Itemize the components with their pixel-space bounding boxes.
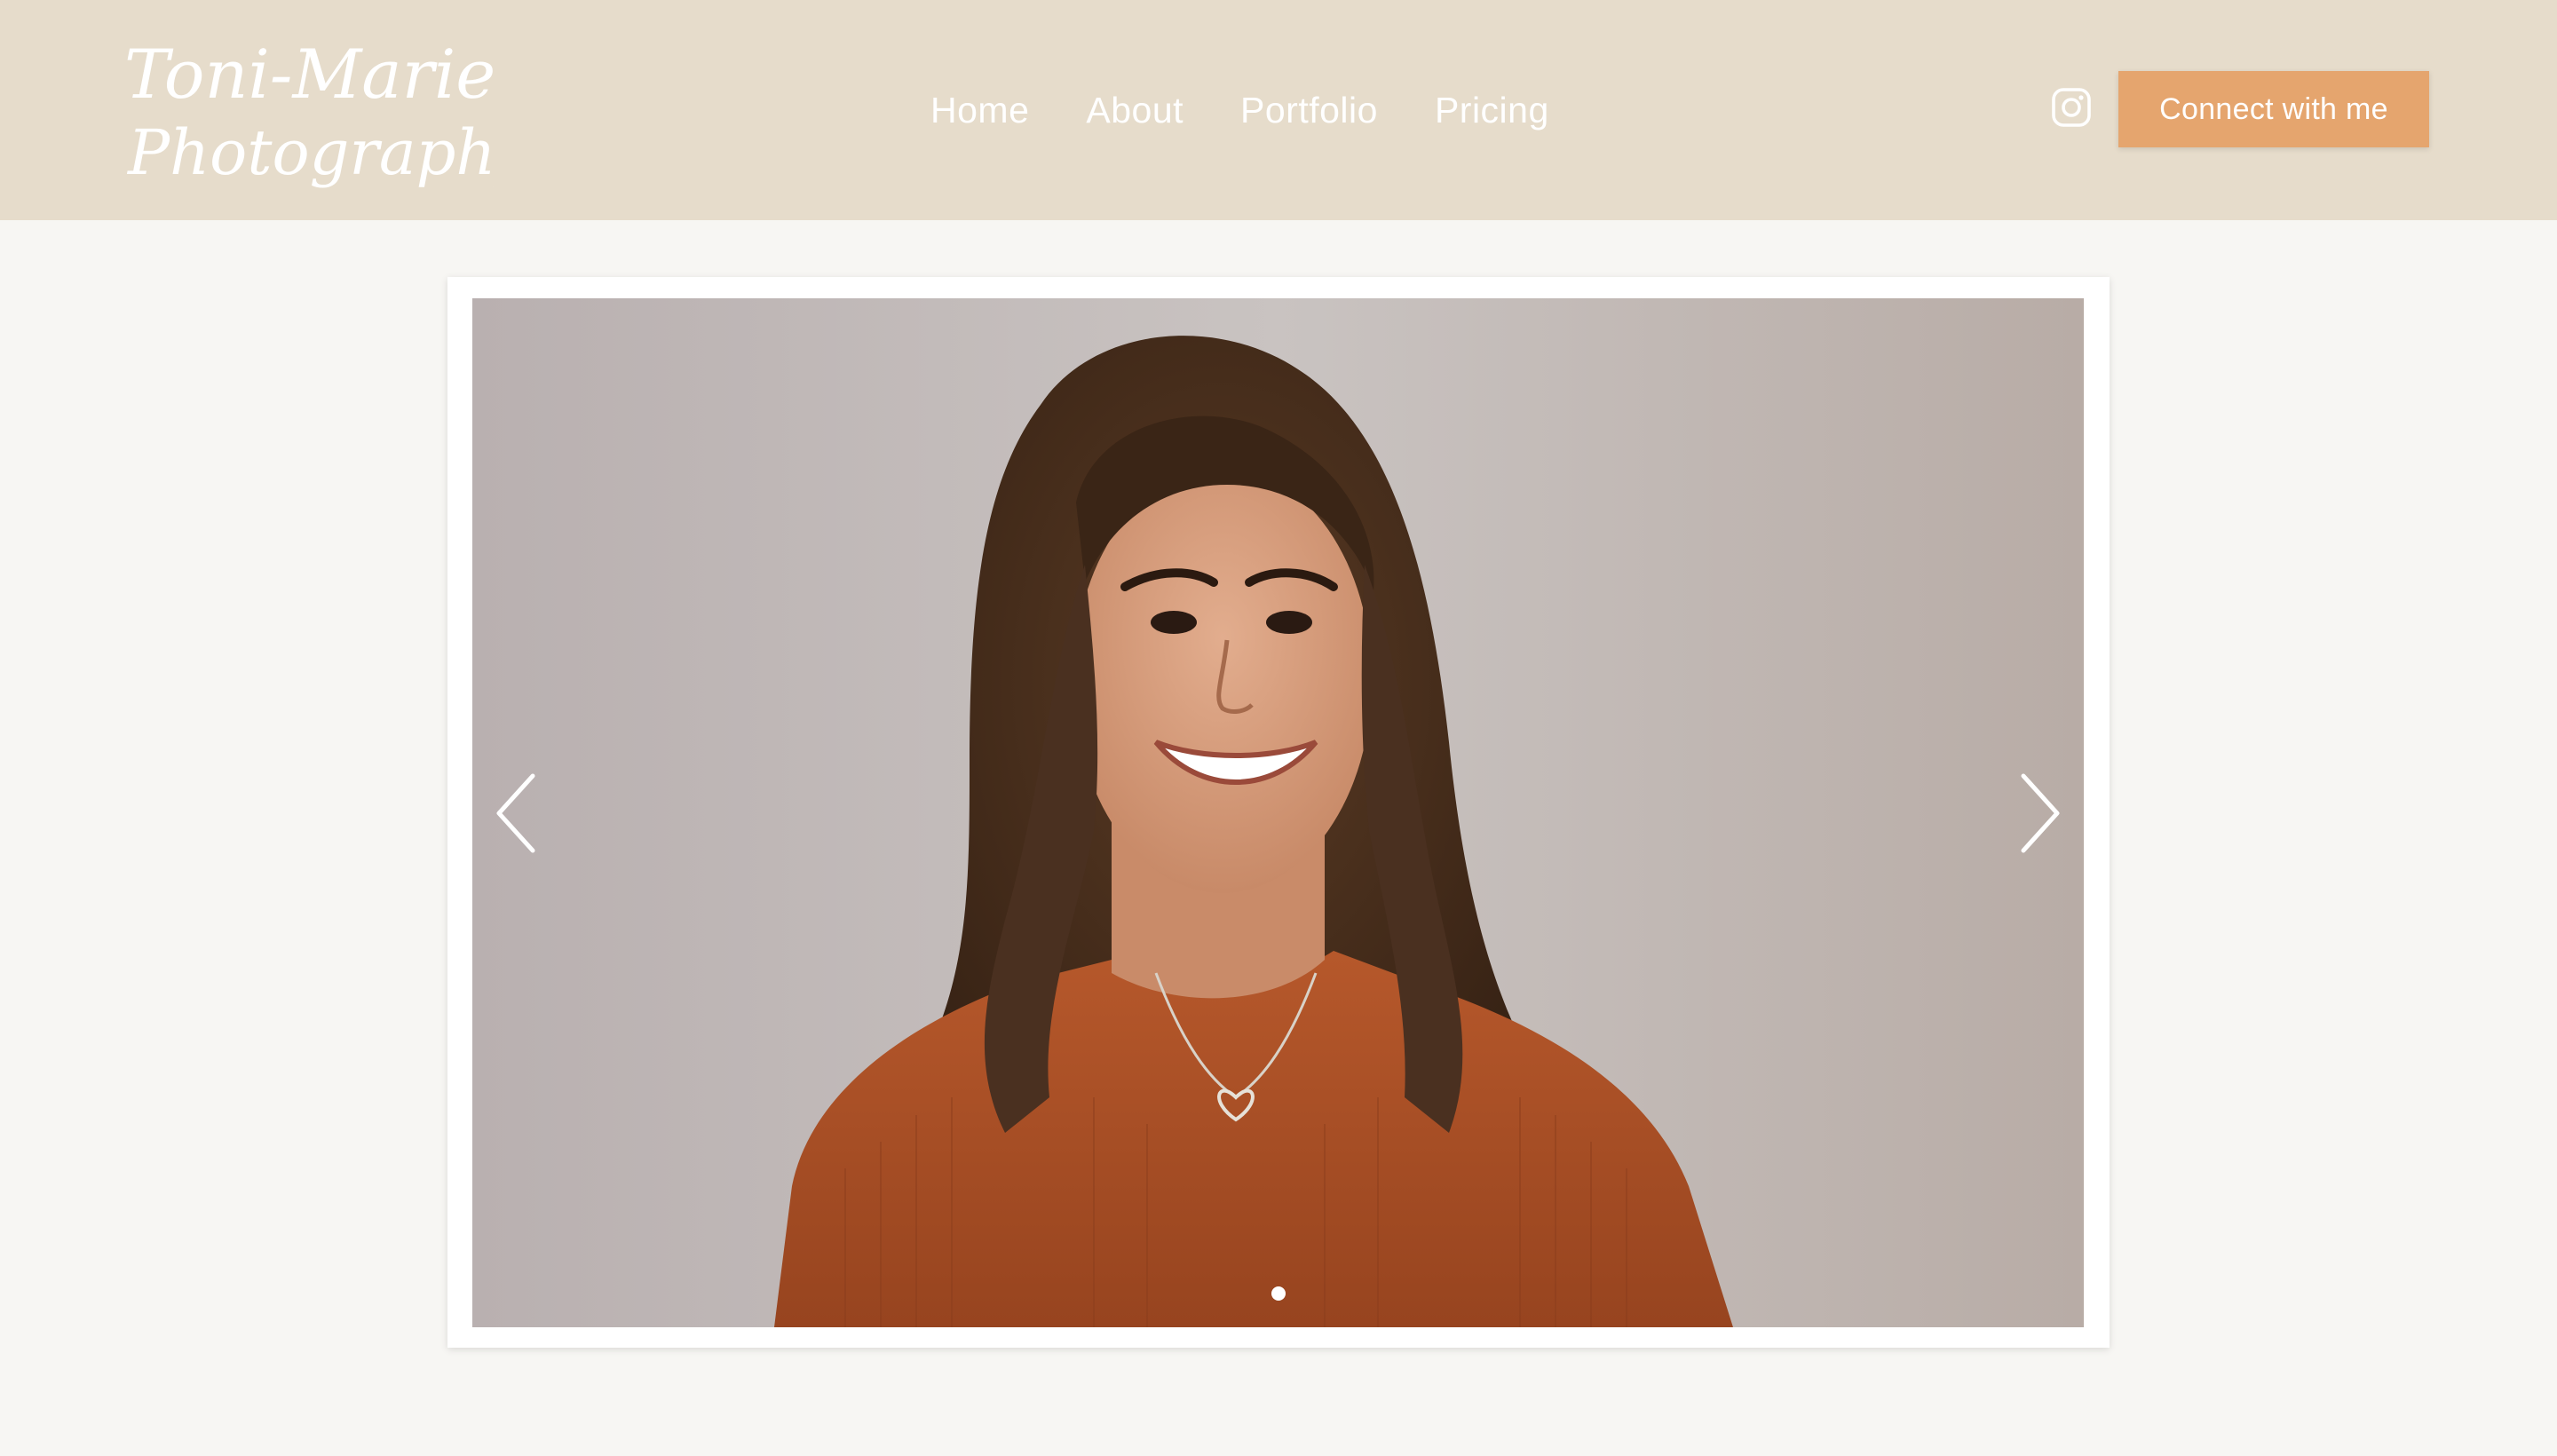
- nav-item-portfolio[interactable]: Portfolio: [1240, 90, 1378, 131]
- slide-dot[interactable]: [1271, 1286, 1286, 1301]
- instagram-icon[interactable]: [2051, 87, 2092, 128]
- next-slide-button[interactable]: [2013, 771, 2066, 856]
- gallery-slide-photo: [472, 298, 2084, 1327]
- gallery-frame: [447, 277, 2110, 1348]
- portrait-image: [472, 298, 2084, 1327]
- logo-line-1: Toni-Marie: [124, 35, 494, 114]
- slide-indicator: [472, 1286, 2084, 1301]
- nav-item-home[interactable]: Home: [930, 90, 1029, 131]
- prev-slide-button[interactable]: [490, 771, 543, 856]
- connect-button[interactable]: Connect with me: [2118, 71, 2429, 147]
- chevron-right-icon: [2021, 773, 2060, 853]
- nav-item-pricing[interactable]: Pricing: [1435, 90, 1549, 131]
- site-header: Toni-Marie Photography Home About Portfo…: [0, 0, 2557, 220]
- logo-line-2: Photography: [126, 116, 494, 189]
- logo[interactable]: Toni-Marie Photography: [121, 27, 494, 195]
- main-nav: Home About Portfolio Pricing: [930, 82, 1549, 138]
- chevron-left-icon: [496, 773, 535, 853]
- nav-item-about[interactable]: About: [1086, 90, 1184, 131]
